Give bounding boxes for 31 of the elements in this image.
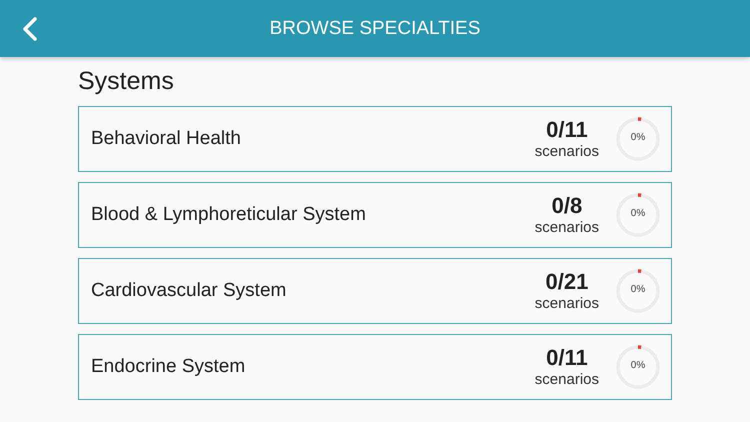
progress-ring (616, 269, 660, 313)
specialty-name: Cardiovascular System (91, 280, 288, 302)
scenario-label: scenarios (534, 142, 599, 160)
specialty-name: Blood & Lymphoreticular System (91, 204, 367, 226)
progress-start-marker (638, 345, 642, 349)
specialty-card[interactable]: Endocrine System 0/11 scenarios 0% (78, 334, 672, 400)
scenario-count: 0/11 (546, 346, 588, 371)
progress-ring (616, 117, 660, 161)
scenario-count: 0/11 (546, 118, 588, 143)
progress-ring (616, 345, 660, 389)
specialty-name: Behavioral Health (91, 128, 242, 150)
progress-percent: 0% (630, 132, 646, 143)
scenario-label: scenarios (534, 218, 599, 236)
progress-ring (616, 193, 660, 237)
scenario-count: 0/21 (545, 270, 588, 295)
chevron-left-icon (22, 16, 38, 42)
screen-title: BROWSE SPECIALTIES (270, 18, 480, 40)
scenario-count: 0/8 (552, 194, 582, 219)
scenario-label: scenarios (534, 370, 599, 388)
specialty-card[interactable]: Blood & Lymphoreticular System 0/8 scenarios 0% (78, 182, 672, 248)
specialty-name: Endocrine System (91, 356, 246, 378)
specialty-card[interactable]: Behavioral Health 0/11 scenarios 0% (78, 106, 672, 172)
specialty-card[interactable]: Cardiovascular System 0/21 scenarios 0% (78, 258, 672, 324)
progress-start-marker (638, 269, 642, 273)
progress-percent: 0% (630, 208, 646, 219)
progress-percent: 0% (630, 284, 646, 295)
progress-start-marker (638, 117, 642, 121)
progress-percent: 0% (630, 360, 646, 371)
scenario-label: scenarios (534, 294, 599, 312)
progress-start-marker (638, 193, 642, 197)
section-title: Systems (78, 67, 175, 96)
